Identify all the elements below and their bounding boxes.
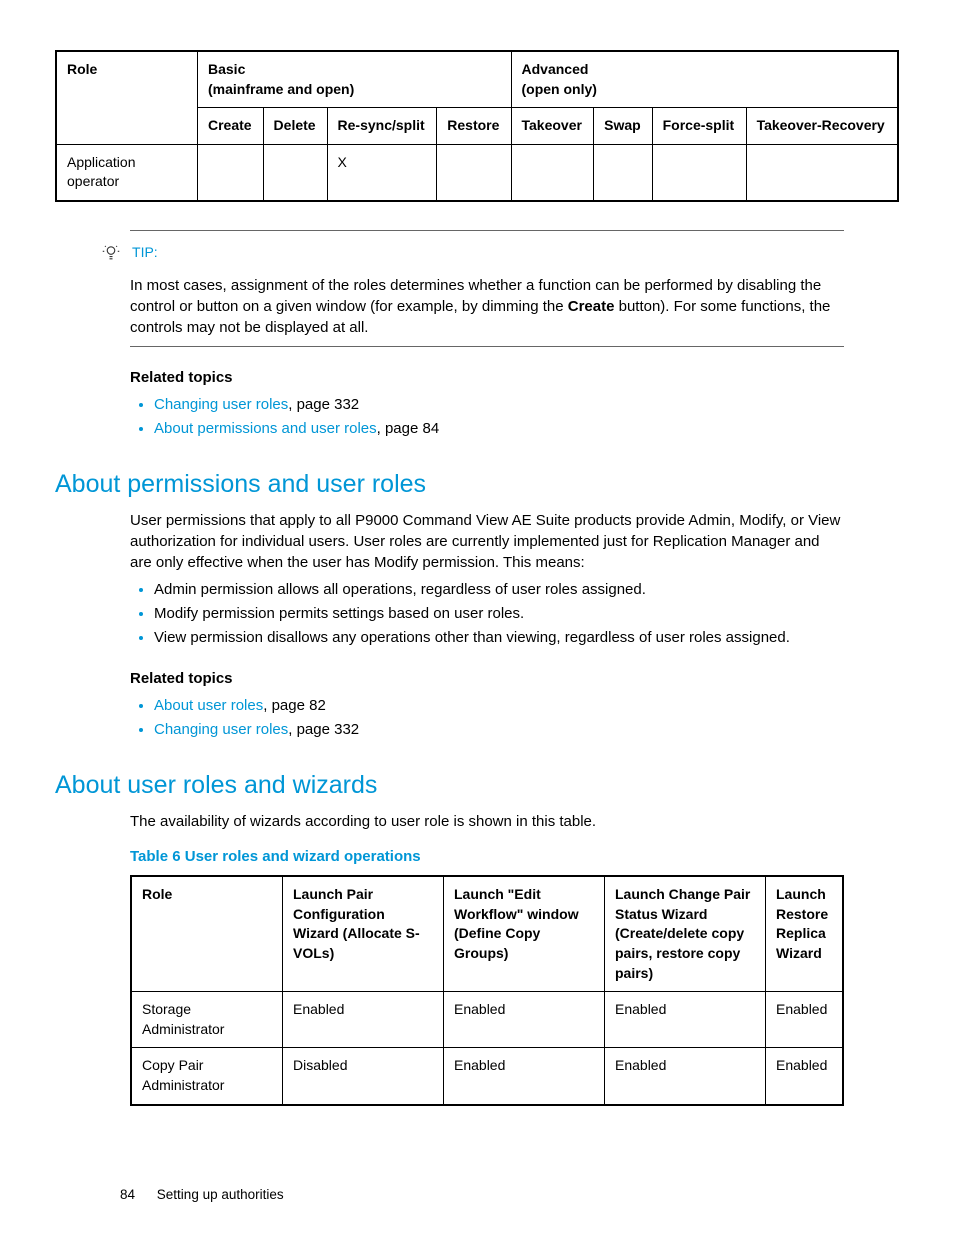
wizard-operations-table: Role Launch Pair Configuration Wizard (A… — [130, 875, 844, 1105]
related-topics-list: Changing user roles, page 332 About perm… — [130, 394, 844, 439]
list-item: Changing user roles, page 332 — [154, 719, 844, 740]
col-advanced: Advanced (open only) — [511, 51, 898, 108]
col-launch-change: Launch Change Pair Status Wizard (Create… — [605, 876, 766, 991]
col-takeover: Takeover — [511, 108, 594, 145]
col-role: Role — [131, 876, 283, 991]
list-item: Admin permission allows all operations, … — [154, 579, 844, 600]
col-takeoverrec: Takeover-Recovery — [746, 108, 898, 145]
col-delete: Delete — [263, 108, 327, 145]
related-topics-heading: Related topics — [130, 668, 844, 689]
section-paragraph: The availability of wizards according to… — [130, 811, 844, 832]
link-changing-user-roles[interactable]: Changing user roles — [154, 721, 288, 738]
page-number: 84 — [120, 1186, 135, 1205]
section-paragraph: User permissions that apply to all P9000… — [130, 510, 844, 573]
col-launch-edit: Launch "Edit Workflow" window (Define Co… — [444, 876, 605, 991]
lightbulb-icon — [102, 243, 120, 267]
permission-list: Admin permission allows all operations, … — [130, 579, 844, 648]
list-item: About user roles, page 82 — [154, 695, 844, 716]
tip-label: TIP: — [132, 244, 158, 260]
col-launch-pair: Launch Pair Configuration Wizard (Alloca… — [283, 876, 444, 991]
table-caption: Table 6 User roles and wizard operations — [130, 846, 844, 867]
related-topics-list: About user roles, page 82 Changing user … — [130, 695, 844, 740]
link-about-permissions[interactable]: About permissions and user roles — [154, 420, 377, 437]
list-item: Changing user roles, page 332 — [154, 394, 844, 415]
col-restore: Restore — [437, 108, 511, 145]
tip-text: In most cases, assignment of the roles d… — [130, 275, 844, 338]
tip-callout: TIP: In most cases, assignment of the ro… — [130, 230, 844, 347]
col-forcesplit: Force-split — [652, 108, 746, 145]
link-changing-user-roles[interactable]: Changing user roles — [154, 396, 288, 413]
page-footer: 84 Setting up authorities — [55, 1186, 899, 1205]
list-item: Modify permission permits settings based… — [154, 603, 844, 624]
list-item: View permission disallows any operations… — [154, 627, 844, 648]
col-role: Role — [56, 51, 198, 144]
col-create: Create — [198, 108, 264, 145]
related-topics-heading: Related topics — [130, 367, 844, 388]
table-row: Storage Administrator Enabled Enabled En… — [131, 992, 843, 1048]
link-about-user-roles[interactable]: About user roles — [154, 697, 263, 714]
table-row: Copy Pair Administrator Disabled Enabled… — [131, 1048, 843, 1105]
col-launch-restore: Launch Restore Replica Wizard — [766, 876, 844, 991]
role-operations-table: Role Basic (mainframe and open) Advanced… — [55, 50, 899, 202]
footer-section-title: Setting up authorities — [157, 1187, 284, 1202]
heading-about-wizards: About user roles and wizards — [55, 768, 899, 803]
heading-about-permissions: About permissions and user roles — [55, 467, 899, 502]
col-swap: Swap — [594, 108, 652, 145]
list-item: About permissions and user roles, page 8… — [154, 418, 844, 439]
table-row: Application operator X — [56, 144, 898, 201]
col-basic: Basic (mainframe and open) — [198, 51, 512, 108]
col-resync: Re-sync/split — [327, 108, 437, 145]
